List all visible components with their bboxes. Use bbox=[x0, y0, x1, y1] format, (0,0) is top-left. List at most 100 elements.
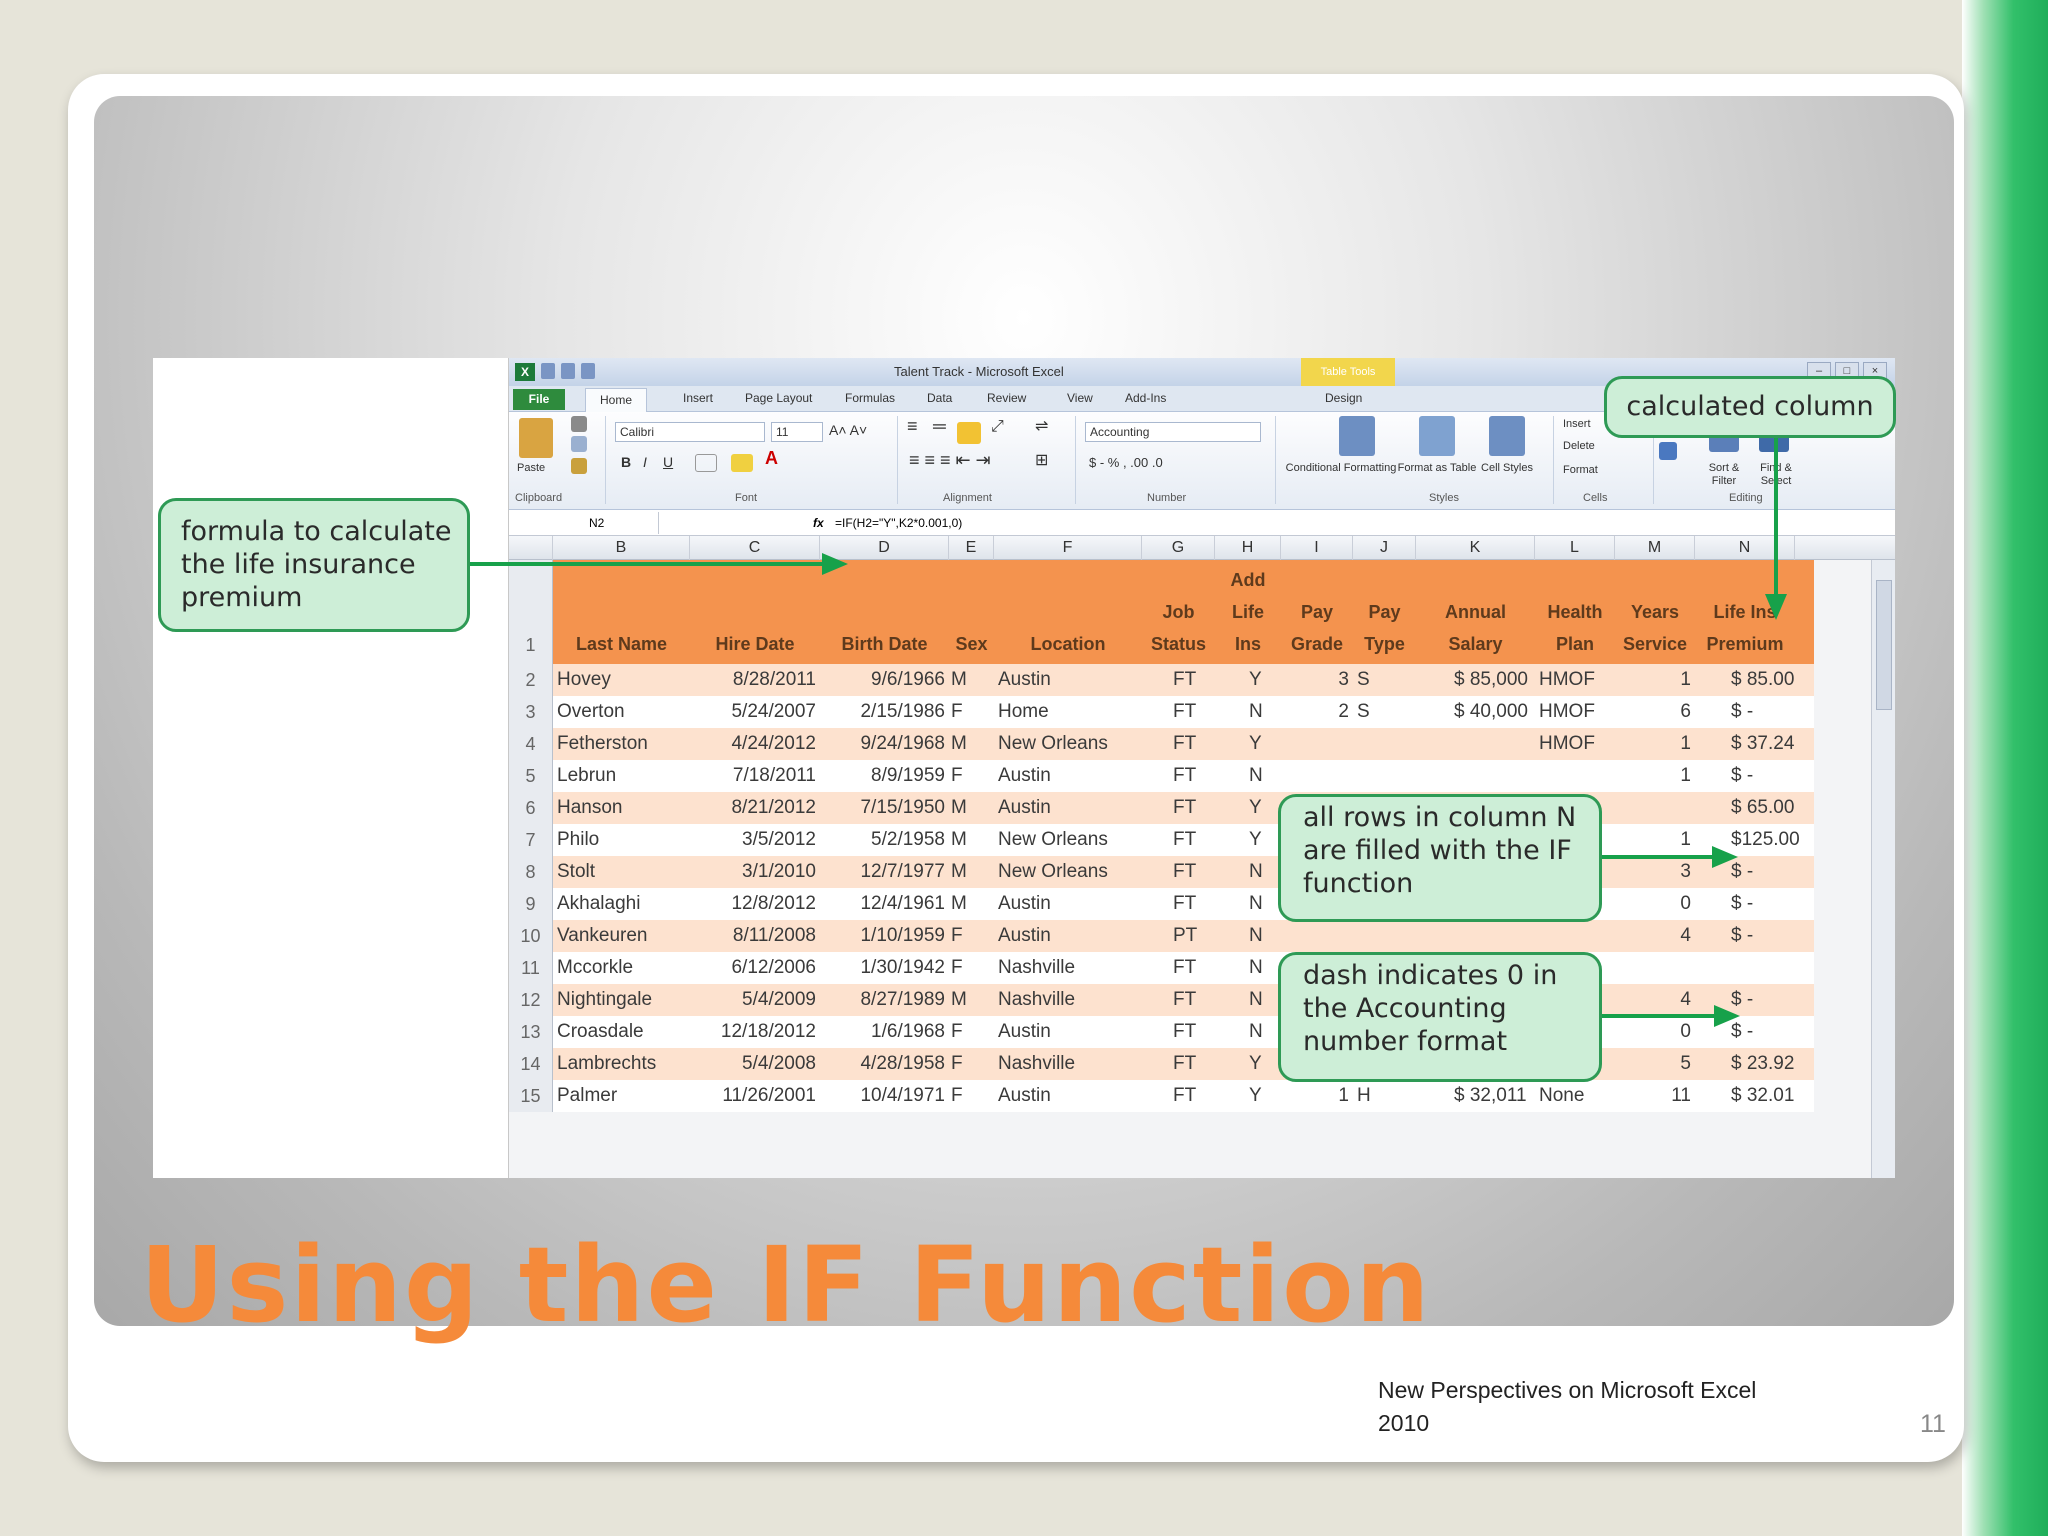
name-box[interactable]: N2 bbox=[509, 512, 659, 534]
fill-color-icon[interactable] bbox=[731, 454, 753, 472]
align-top-icon[interactable]: ≡ bbox=[907, 417, 918, 435]
column-header[interactable]: N bbox=[1695, 536, 1795, 560]
cell-years[interactable]: 5 bbox=[1615, 1048, 1691, 1080]
cell-years[interactable]: 4 bbox=[1615, 984, 1691, 1016]
cell-sex[interactable]: F bbox=[951, 760, 994, 792]
cell-grade[interactable] bbox=[1281, 920, 1349, 952]
cell-type[interactable]: H bbox=[1357, 1080, 1416, 1112]
cell-years[interactable]: 6 bbox=[1615, 696, 1691, 728]
cell-premium[interactable]: $ 85.00 bbox=[1731, 664, 1811, 696]
cell-birth[interactable]: 4/28/1958 bbox=[820, 1048, 945, 1080]
tab-formulas[interactable]: Formulas bbox=[845, 391, 895, 405]
header-add-life-ins[interactable]: Add Life Ins bbox=[1215, 564, 1281, 660]
column-header[interactable]: I bbox=[1281, 536, 1353, 560]
cell-loc[interactable]: Nashville bbox=[998, 952, 1142, 984]
column-header[interactable]: K bbox=[1416, 536, 1535, 560]
tab-insert[interactable]: Insert bbox=[683, 391, 713, 405]
cell-premium[interactable]: $ 65.00 bbox=[1731, 792, 1811, 824]
cell-birth[interactable]: 10/4/1971 bbox=[820, 1080, 945, 1112]
cell-ins[interactable]: N bbox=[1249, 760, 1281, 792]
cell-status[interactable]: FT bbox=[1173, 952, 1215, 984]
header-hire-date[interactable]: Hire Date bbox=[690, 628, 820, 660]
cell-ins[interactable]: N bbox=[1249, 888, 1281, 920]
orientation-icon[interactable]: ⤢ bbox=[991, 419, 1004, 435]
cell-premium[interactable]: $ - bbox=[1731, 696, 1811, 728]
cell-loc[interactable]: New Orleans bbox=[998, 856, 1142, 888]
cell-hire[interactable]: 8/21/2012 bbox=[690, 792, 816, 824]
column-header[interactable]: F bbox=[994, 536, 1142, 560]
row-number[interactable]: 14 bbox=[509, 1048, 553, 1080]
row-number[interactable]: 12 bbox=[509, 984, 553, 1016]
cell-sex[interactable]: M bbox=[951, 856, 994, 888]
cell-birth[interactable]: 8/27/1989 bbox=[820, 984, 945, 1016]
copy-icon[interactable] bbox=[571, 436, 587, 452]
cell-ins[interactable]: Y bbox=[1249, 664, 1281, 696]
redo-icon[interactable] bbox=[581, 363, 595, 379]
cell-salary[interactable] bbox=[1454, 760, 1535, 792]
cell-premium[interactable]: $ - bbox=[1731, 984, 1811, 1016]
cell-grade[interactable]: 2 bbox=[1281, 696, 1349, 728]
cell-type[interactable] bbox=[1357, 728, 1416, 760]
font-size-select[interactable]: 11 bbox=[771, 422, 823, 442]
formula-input[interactable]: =IF(H2="Y",K2*0.001,0) bbox=[835, 512, 962, 534]
header-sex[interactable]: Sex bbox=[949, 628, 994, 660]
align-bottom-icon[interactable] bbox=[957, 422, 981, 444]
borders-icon[interactable] bbox=[695, 454, 717, 472]
cell-grade[interactable] bbox=[1281, 728, 1349, 760]
cell-birth[interactable]: 5/2/1958 bbox=[820, 824, 945, 856]
header-location[interactable]: Location bbox=[994, 628, 1142, 660]
cell-premium[interactable]: $ 37.24 bbox=[1731, 728, 1811, 760]
cell-name[interactable]: Palmer bbox=[557, 1080, 690, 1112]
undo-icon[interactable] bbox=[561, 363, 575, 379]
fx-icon[interactable]: fx bbox=[813, 512, 824, 534]
cell-loc[interactable]: New Orleans bbox=[998, 728, 1142, 760]
row-number[interactable]: 8 bbox=[509, 856, 553, 888]
tab-page-layout[interactable]: Page Layout bbox=[745, 391, 812, 405]
cell-premium[interactable]: $ 23.92 bbox=[1731, 1048, 1811, 1080]
cell-status[interactable]: FT bbox=[1173, 1080, 1215, 1112]
cell-name[interactable]: Hovey bbox=[557, 664, 690, 696]
cell-ins[interactable]: N bbox=[1249, 1016, 1281, 1048]
row-number[interactable]: 6 bbox=[509, 792, 553, 824]
scrollbar-thumb[interactable] bbox=[1876, 580, 1892, 710]
cell-hire[interactable]: 12/18/2012 bbox=[690, 1016, 816, 1048]
cell-sex[interactable]: F bbox=[951, 1048, 994, 1080]
cell-loc[interactable]: New Orleans bbox=[998, 824, 1142, 856]
cell-loc[interactable]: Nashville bbox=[998, 984, 1142, 1016]
merge-icon[interactable]: ⊞ bbox=[1035, 453, 1048, 469]
font-name-select[interactable]: Calibri bbox=[615, 422, 765, 442]
cell-birth[interactable]: 9/24/1968 bbox=[820, 728, 945, 760]
cell-years[interactable]: 4 bbox=[1615, 920, 1691, 952]
cell-birth[interactable]: 7/15/1950 bbox=[820, 792, 945, 824]
save-icon[interactable] bbox=[541, 363, 555, 379]
delete-cells-button[interactable]: Delete bbox=[1563, 440, 1595, 453]
cell-premium[interactable]: $ - bbox=[1731, 888, 1811, 920]
header-years-service[interactable]: Years Service bbox=[1615, 596, 1695, 660]
tab-review[interactable]: Review bbox=[987, 391, 1026, 405]
cell-sex[interactable]: M bbox=[951, 888, 994, 920]
row-number[interactable]: 7 bbox=[509, 824, 553, 856]
cell-ins[interactable]: N bbox=[1249, 952, 1281, 984]
cell-birth[interactable]: 1/6/1968 bbox=[820, 1016, 945, 1048]
column-header[interactable]: L bbox=[1535, 536, 1615, 560]
cell-sex[interactable]: F bbox=[951, 696, 994, 728]
cell-sex[interactable]: F bbox=[951, 920, 994, 952]
cell-premium[interactable]: $ - bbox=[1731, 760, 1811, 792]
cell-years[interactable]: 1 bbox=[1615, 824, 1691, 856]
header-pay-grade[interactable]: Pay Grade bbox=[1281, 596, 1353, 660]
cell-ins[interactable]: Y bbox=[1249, 1048, 1281, 1080]
cell-years[interactable]: 0 bbox=[1615, 888, 1691, 920]
cell-years[interactable] bbox=[1615, 952, 1691, 984]
format-painter-icon[interactable] bbox=[571, 458, 587, 474]
format-cells-button[interactable]: Format bbox=[1563, 464, 1598, 477]
cell-name[interactable]: Hanson bbox=[557, 792, 690, 824]
row-number[interactable]: 1 bbox=[509, 560, 553, 664]
cell-loc[interactable]: Austin bbox=[998, 664, 1142, 696]
select-all-corner[interactable] bbox=[509, 536, 553, 560]
cell-salary[interactable] bbox=[1454, 728, 1535, 760]
vertical-scrollbar[interactable] bbox=[1871, 560, 1895, 1178]
cell-name[interactable]: Stolt bbox=[557, 856, 690, 888]
header-last-name[interactable]: Last Name bbox=[553, 628, 690, 660]
cell-salary[interactable] bbox=[1454, 920, 1535, 952]
cell-years[interactable]: 1 bbox=[1615, 664, 1691, 696]
